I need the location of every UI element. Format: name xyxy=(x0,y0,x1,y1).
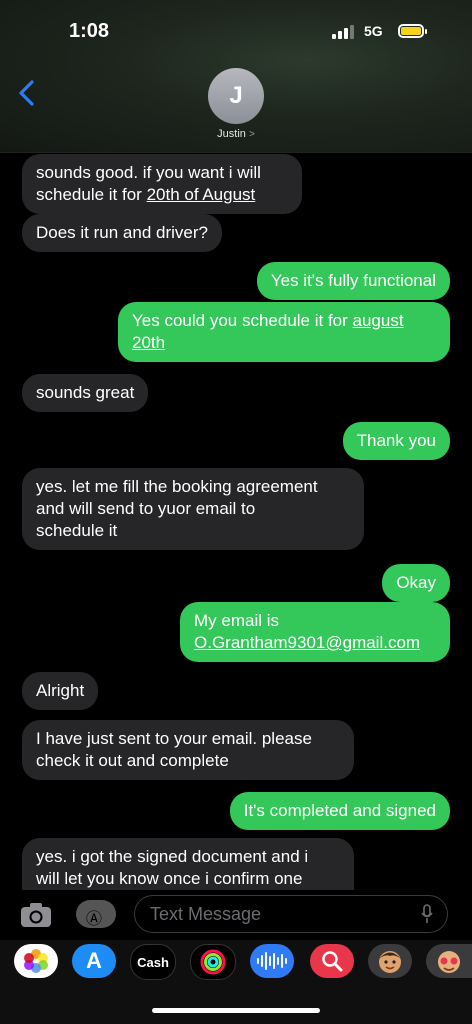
outgoing-message[interactable]: Yes it's fully functional xyxy=(256,262,450,300)
incoming-message[interactable]: Alright xyxy=(22,672,99,710)
incoming-message[interactable]: sounds good. if you want i will schedule… xyxy=(22,154,302,214)
apple-cash-label: Cash xyxy=(137,954,169,970)
incoming-message[interactable]: I have just sent to your email. please c… xyxy=(22,720,354,780)
message-text: schedule it xyxy=(36,521,118,540)
date-link[interactable]: 20th xyxy=(132,333,165,352)
conversation-header: 1:08 5G J Justin > xyxy=(0,0,472,153)
back-arrow-icon[interactable] xyxy=(16,78,38,108)
apple-cash-icon[interactable]: Cash xyxy=(130,944,176,980)
memoji-stickers-icon[interactable] xyxy=(426,944,472,978)
photos-icon[interactable] xyxy=(14,944,58,978)
message-thread[interactable]: sounds good. if you want i will schedule… xyxy=(0,152,472,890)
incoming-message[interactable]: yes. let me fill the booking agreement a… xyxy=(22,468,364,550)
camera-icon[interactable] xyxy=(20,902,52,928)
contact-avatar[interactable]: J xyxy=(208,68,264,124)
outgoing-message[interactable]: Okay xyxy=(382,564,450,602)
message-text: sounds good. if you want i will xyxy=(36,163,261,182)
message-text: My email is xyxy=(194,611,280,630)
outgoing-message[interactable]: My email is O.Grantham9301@gmail.com xyxy=(180,602,450,662)
app-store-icon[interactable]: A xyxy=(72,944,116,978)
email-link[interactable]: O.Grantham9301@gmail.com xyxy=(194,632,436,654)
dictation-microphone-icon[interactable] xyxy=(421,904,433,924)
message-text: I have just sent to your email. please xyxy=(36,729,312,748)
contact-name: Justin xyxy=(217,128,246,140)
audio-icon[interactable] xyxy=(250,944,294,978)
message-text: schedule it for xyxy=(36,185,147,204)
date-link[interactable]: 20th of August xyxy=(147,185,256,204)
outgoing-message[interactable]: Thank you xyxy=(342,422,450,460)
status-time: 1:08 xyxy=(69,20,110,42)
cellular-signal-icon xyxy=(332,25,354,39)
message-input-placeholder: Text Message xyxy=(150,904,262,924)
battery-icon xyxy=(398,24,427,38)
incoming-message[interactable]: Does it run and driver? xyxy=(22,214,222,252)
message-text: Thank you xyxy=(356,431,436,450)
message-text: Okay xyxy=(396,573,436,592)
message-input[interactable]: Text Message xyxy=(134,895,448,933)
home-indicator[interactable] xyxy=(152,1008,320,1013)
date-link[interactable]: august xyxy=(353,311,404,330)
app-store-icon: Ⓐ xyxy=(86,911,103,928)
message-text: Yes it's fully functional xyxy=(270,271,436,290)
message-text: check it out and complete xyxy=(36,751,229,770)
app-store-apps-button[interactable]: Ⓐ xyxy=(76,900,116,928)
outgoing-message[interactable]: It's completed and signed xyxy=(229,792,450,830)
activity-icon[interactable] xyxy=(190,944,236,980)
incoming-message[interactable]: yes. i got the signed document and i wil… xyxy=(22,838,354,890)
network-type: 5G xyxy=(364,23,383,39)
search-images-icon[interactable] xyxy=(310,944,354,978)
contact-name-button[interactable]: Justin > xyxy=(0,128,472,140)
memoji-icon[interactable] xyxy=(368,944,412,978)
message-text: Yes could you schedule it for xyxy=(132,311,353,330)
message-text: and will send to yuor email to xyxy=(36,499,256,518)
message-text: Alright xyxy=(36,681,85,700)
incoming-message[interactable]: sounds great xyxy=(22,374,149,412)
message-text: yes. i got the signed document and i xyxy=(36,847,309,866)
message-text: It's completed and signed xyxy=(243,801,436,820)
message-text: will let you know once i confirm one xyxy=(36,869,303,888)
chevron-right-icon: > xyxy=(248,129,255,140)
message-text: Does it run and driver? xyxy=(36,223,208,242)
message-text: sounds great xyxy=(36,383,135,402)
message-text: yes. let me fill the booking agreement xyxy=(36,477,318,496)
outgoing-message[interactable]: Yes could you schedule it for august 20t… xyxy=(118,302,450,362)
